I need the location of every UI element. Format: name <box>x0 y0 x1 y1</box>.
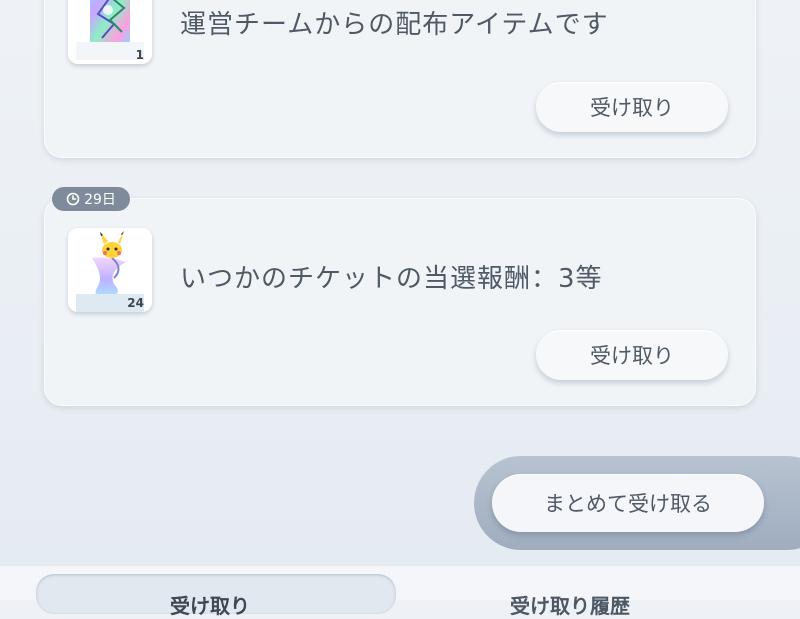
item-title: 運営チームからの配布アイテムです <box>180 10 609 40</box>
item-count: 24 <box>127 296 144 310</box>
present-item-card: 24 いつかのチケットの当選報酬：3等 受け取り <box>44 198 756 406</box>
claim-button[interactable]: 受け取り <box>536 330 728 380</box>
item-title: いつかのチケットの当選報酬：3等 <box>180 264 603 294</box>
item-count: 1 <box>135 48 144 62</box>
hourglass-ticket-icon: 24 <box>68 228 152 312</box>
holo-card-icon: 1 <box>68 0 152 64</box>
clock-icon <box>66 192 80 206</box>
bulk-claim-button[interactable]: まとめて受け取る <box>492 474 764 532</box>
tab-receive-label[interactable]: 受け取り <box>170 590 250 619</box>
expiry-text: 29日 <box>84 192 116 208</box>
claim-button[interactable]: 受け取り <box>536 82 728 132</box>
present-item-card: 1 運営チームからの配布アイテムです 受け取り <box>44 0 756 158</box>
tab-history-label[interactable]: 受け取り履歴 <box>510 590 630 619</box>
expiry-badge: 29日 <box>52 187 130 211</box>
